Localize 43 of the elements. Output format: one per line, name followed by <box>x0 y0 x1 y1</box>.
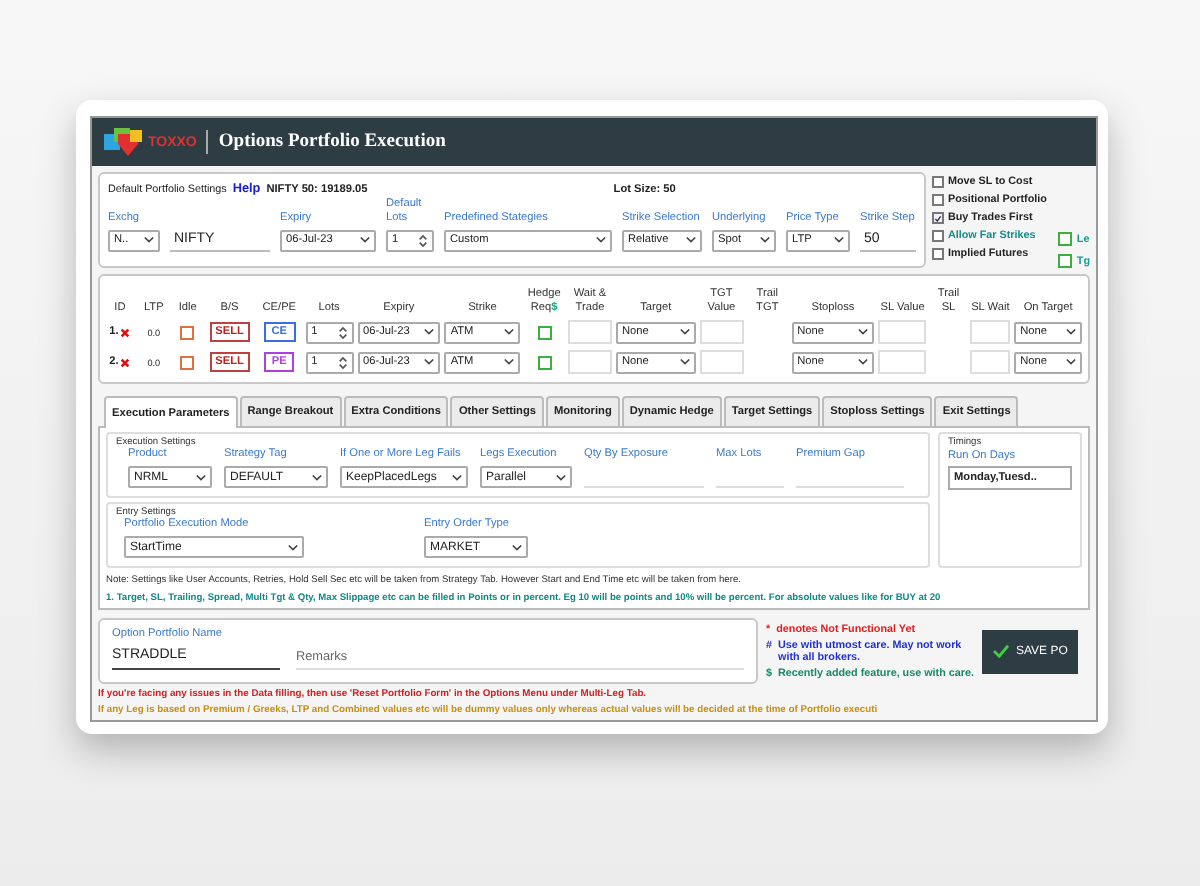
input-field[interactable] <box>970 320 1011 345</box>
chevron-down-icon <box>858 358 869 367</box>
chevron-down-icon <box>196 473 206 482</box>
chevron-down-icon <box>504 358 515 367</box>
window-title: Options Portfolio Execution <box>218 132 446 152</box>
delete-icon[interactable] <box>120 357 131 368</box>
input-field[interactable] <box>568 350 612 375</box>
chevron-down-icon <box>858 328 869 337</box>
input-field[interactable] <box>970 350 1011 375</box>
chevron-down-icon <box>144 236 154 245</box>
hedge-checkbox[interactable] <box>537 325 552 340</box>
chevron-down-icon <box>1065 358 1076 367</box>
logo-icon <box>104 128 144 156</box>
chevron-down-icon <box>512 543 522 552</box>
idle-checkbox[interactable] <box>180 325 195 340</box>
input-field[interactable] <box>568 320 612 345</box>
chevron-down-icon <box>760 236 770 245</box>
check-icon <box>934 213 942 223</box>
idle-checkbox[interactable] <box>180 355 195 370</box>
chevron-down-icon <box>424 358 435 367</box>
chevron-down-icon <box>1065 328 1076 337</box>
spinner-arrows-icon <box>337 355 347 370</box>
chevron-down-icon <box>360 236 370 245</box>
input-field[interactable] <box>699 320 744 345</box>
spinner-arrows-icon <box>418 233 428 248</box>
hedge-checkbox[interactable] <box>537 355 552 370</box>
chevron-down-icon <box>834 236 844 245</box>
spinner-arrows-icon <box>337 325 347 340</box>
chevron-down-icon <box>288 543 298 552</box>
chevron-down-icon <box>504 328 515 337</box>
input-field[interactable] <box>699 350 744 375</box>
chevron-down-icon <box>452 473 462 482</box>
chevron-down-icon <box>686 236 696 245</box>
input-field[interactable] <box>878 350 927 375</box>
chevron-down-icon <box>679 358 690 367</box>
chevron-down-icon <box>556 473 566 482</box>
chevron-down-icon <box>596 236 606 245</box>
delete-icon[interactable] <box>120 327 131 338</box>
chevron-down-icon <box>679 328 690 337</box>
checkmark-icon <box>992 644 1010 659</box>
chevron-down-icon <box>424 328 435 337</box>
input-field[interactable] <box>878 320 927 345</box>
chevron-down-icon <box>312 473 322 482</box>
